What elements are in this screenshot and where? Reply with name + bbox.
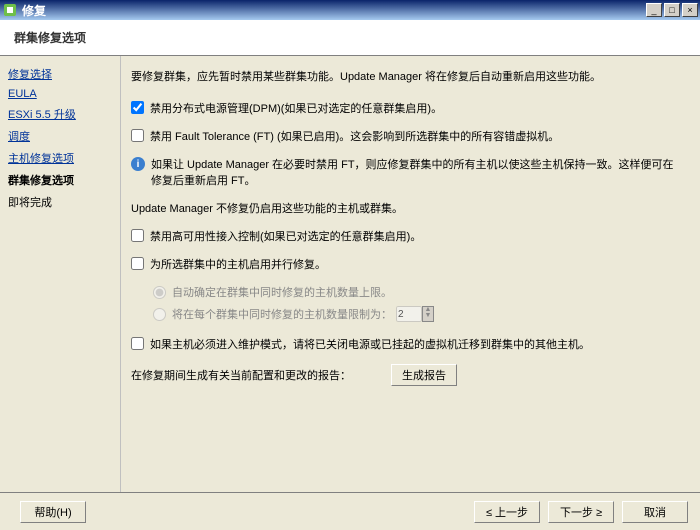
label-report: 在修复期间生成有关当前配置和更改的报告： — [131, 367, 351, 383]
option-migrate-vms: 如果主机必须进入维护模式，请将已关闭电源或已挂起的虚拟机迁移到群集中的其他主机。 — [131, 336, 682, 352]
step-remediation-selection[interactable]: 修复选择 — [8, 66, 112, 82]
checkbox-disable-dpm[interactable] — [131, 101, 144, 114]
app-icon — [2, 2, 18, 18]
wizard-header: 群集修复选项 — [0, 20, 700, 56]
step-ready-to-complete: 即将完成 — [8, 194, 112, 210]
option-disable-ha: 禁用高可用性接入控制(如果已对选定的任意群集启用)。 — [131, 228, 682, 244]
label-migrate-vms: 如果主机必须进入维护模式，请将已关闭电源或已挂起的虚拟机迁移到群集中的其他主机。 — [150, 336, 682, 352]
step-host-options[interactable]: 主机修复选项 — [8, 150, 112, 166]
titlebar: 修复 _ □ × — [0, 0, 700, 20]
close-button[interactable]: × — [682, 3, 698, 17]
label-radio-auto: 自动确定在群集中同时修复的主机数量上限。 — [172, 284, 392, 300]
radio-limit[interactable] — [153, 308, 166, 321]
window-buttons: _ □ × — [644, 3, 698, 17]
minimize-button[interactable]: _ — [646, 3, 662, 17]
label-parallel: 为所选群集中的主机启用并行修复。 — [150, 256, 682, 272]
option-disable-dpm: 禁用分布式电源管理(DPM)(如果已对选定的任意群集启用)。 — [131, 100, 682, 116]
step-schedule[interactable]: 调度 — [8, 128, 112, 144]
maximize-button[interactable]: □ — [664, 3, 680, 17]
step-cluster-options: 群集修复选项 — [8, 172, 112, 188]
label-disable-ft: 禁用 Fault Tolerance (FT) (如果已启用)。这会影响到所选群… — [150, 128, 682, 144]
page-title: 群集修复选项 — [14, 29, 86, 46]
label-disable-ha: 禁用高可用性接入控制(如果已对选定的任意群集启用)。 — [150, 228, 682, 244]
radio-auto[interactable] — [153, 286, 166, 299]
checkbox-migrate-vms[interactable] — [131, 337, 144, 350]
option-parallel: 为所选群集中的主机启用并行修复。 — [131, 256, 682, 272]
content-pane: 要修复群集，应先暂时禁用某些群集功能。Update Manager 将在修复后自… — [121, 56, 700, 492]
main-area: 修复选择 EULA ESXi 5.5 升级 调度 主机修复选项 群集修复选项 即… — [0, 56, 700, 492]
help-button[interactable]: 帮助(H) — [20, 501, 86, 523]
step-esxi-upgrade[interactable]: ESXi 5.5 升级 — [8, 106, 112, 122]
wizard-steps: 修复选择 EULA ESXi 5.5 升级 调度 主机修复选项 群集修复选项 即… — [0, 56, 120, 492]
constraint-note-row: Update Manager 不修复仍启用这些功能的主机或群集。 — [131, 200, 682, 216]
report-row: 在修复期间生成有关当前配置和更改的报告： 生成报告 — [131, 364, 682, 386]
input-host-limit[interactable] — [396, 306, 422, 322]
checkbox-disable-ha[interactable] — [131, 229, 144, 242]
label-disable-dpm: 禁用分布式电源管理(DPM)(如果已对选定的任意群集启用)。 — [150, 100, 682, 116]
window-title: 修复 — [22, 2, 644, 19]
cancel-button[interactable]: 取消 — [622, 501, 688, 523]
spinner-host-limit[interactable]: ▲▼ — [422, 306, 434, 322]
generate-report-button[interactable]: 生成报告 — [391, 364, 457, 386]
next-button[interactable]: 下一步 ≥ — [548, 501, 614, 523]
parallel-suboptions: 自动确定在群集中同时修复的主机数量上限。 将在每个群集中同时修复的主机数量限制为… — [153, 284, 682, 322]
radio-limit-row: 将在每个群集中同时修复的主机数量限制为： ▲▼ — [153, 306, 682, 322]
label-radio-limit: 将在每个群集中同时修复的主机数量限制为： — [172, 306, 392, 322]
constraint-note: Update Manager 不修复仍启用这些功能的主机或群集。 — [131, 200, 682, 216]
checkbox-disable-ft[interactable] — [131, 129, 144, 142]
checkbox-parallel[interactable] — [131, 257, 144, 270]
option-disable-ft: 禁用 Fault Tolerance (FT) (如果已启用)。这会影响到所选群… — [131, 128, 682, 144]
wizard-footer: 帮助(H) ≤ 上一步 下一步 ≥ 取消 — [0, 492, 700, 530]
info-text: 如果让 Update Manager 在必要时禁用 FT，则应修复群集中的所有主… — [151, 156, 682, 188]
back-button[interactable]: ≤ 上一步 — [474, 501, 540, 523]
step-eula[interactable]: EULA — [8, 88, 112, 100]
info-ft-note: i 如果让 Update Manager 在必要时禁用 FT，则应修复群集中的所… — [131, 156, 682, 188]
info-icon: i — [131, 157, 145, 171]
intro-text: 要修复群集，应先暂时禁用某些群集功能。Update Manager 将在修复后自… — [131, 68, 682, 84]
radio-auto-row: 自动确定在群集中同时修复的主机数量上限。 — [153, 284, 682, 300]
